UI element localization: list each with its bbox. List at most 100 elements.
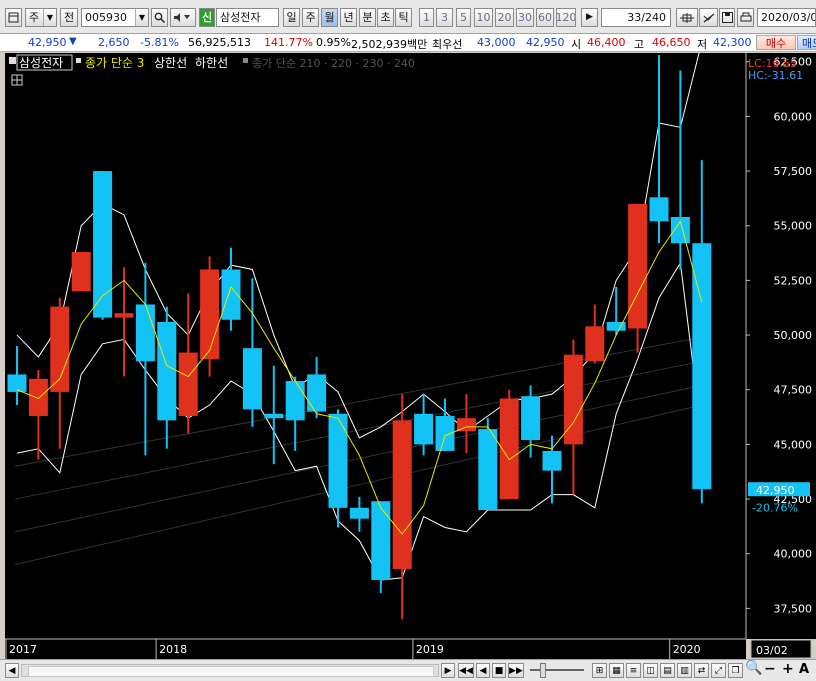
candle-body-1 (28, 378, 48, 416)
candle-body-7 (157, 321, 177, 421)
speaker-dropdown-icon (174, 13, 190, 22)
period-select[interactable]: 주 ▼ (25, 8, 57, 27)
search-icon[interactable] (151, 8, 168, 27)
volume-ratio-value: 141.77% (264, 36, 313, 49)
interval-button-5[interactable]: 5 (456, 8, 471, 27)
count-display[interactable]: 33/240 (601, 8, 671, 27)
all-button-label: 전 (63, 11, 75, 24)
tool-grid-icon[interactable]: ⊞ (592, 663, 607, 678)
stock-code-field[interactable]: 005930 ▼ (81, 8, 149, 27)
font-size-icon[interactable]: A (799, 662, 809, 677)
save-icon[interactable] (719, 8, 735, 27)
candle-body-32 (692, 243, 712, 490)
chart-area[interactable]: 37,500 40,000 42,500 45,000 47,500 50,000 52,5… (0, 41, 816, 659)
y-tick-label-8: 57,500 (774, 165, 813, 178)
arrow-left-icon: ◀ (8, 665, 16, 676)
high-value: 46,650 (652, 36, 691, 49)
speaker-icon[interactable] (170, 8, 196, 27)
period-tab-3[interactable]: 년 (340, 8, 357, 27)
tool-window-icon[interactable]: ❐ (728, 663, 743, 678)
print-icon[interactable] (737, 8, 754, 27)
forward-button[interactable]: ▶▶ (508, 663, 524, 678)
period-tab-5[interactable]: 초 (377, 8, 394, 27)
printer-icon (740, 12, 751, 22)
candle-body-22 (478, 429, 498, 510)
candle-body-17 (371, 501, 391, 580)
tool-split-icon[interactable]: ▤ (660, 663, 675, 678)
legend-bullet-icon-2 (243, 58, 248, 63)
interval-button-30[interactable]: 30 (516, 8, 534, 27)
tool-list-icon[interactable]: ≡ (626, 663, 641, 678)
x-tick-label-3: 2020 (673, 643, 701, 656)
tool-chart-icon[interactable]: ▦ (609, 663, 624, 678)
candle-body-3 (71, 251, 91, 292)
volume-value: 56,925,513 (188, 36, 251, 49)
window-icon (8, 12, 19, 23)
crosshair-icon[interactable] (676, 8, 698, 27)
stop-button[interactable]: ■ (492, 663, 506, 678)
arrow-right-icon: ▶ (444, 665, 452, 676)
period-tab-6[interactable]: 틱 (395, 8, 412, 27)
interval-button-20[interactable]: 20 (495, 8, 514, 27)
candle-body-8 (178, 352, 198, 416)
chart-toolbar: 주 ▼ 전 005930 ▼ 신 삼성전자 일주월년분초틱 1 3 5 10 20 30 6… (0, 0, 816, 34)
scroll-arrow-button[interactable]: ▶ (581, 8, 598, 27)
change-value: 2,650 (98, 36, 130, 49)
buy-button-label: 매수 (765, 36, 787, 50)
period-tab-1[interactable]: 주 (302, 8, 319, 27)
period-tab-2[interactable]: 월 (321, 8, 338, 27)
x-tick-label-1: 2018 (159, 643, 187, 656)
interval-button-3[interactable]: 3 (436, 8, 453, 27)
period-tab-0[interactable]: 일 (283, 8, 300, 27)
tool-compare-icon[interactable]: ◫ (643, 663, 658, 678)
plus-icon[interactable]: + (782, 661, 794, 677)
price-value: 42,950 (28, 36, 67, 49)
prev-button[interactable]: ◀ (476, 663, 490, 678)
low-value: 42,300 (713, 36, 752, 49)
legend-upper: 상한선 (154, 56, 187, 70)
y-tick-label-5: 50,000 (774, 329, 813, 342)
date-box-label: 03/02 (756, 644, 788, 657)
chart-settings-icon[interactable] (5, 8, 22, 27)
rewind-button[interactable]: ◀◀ (458, 663, 474, 678)
candle-body-29 (628, 203, 648, 329)
candle-body-13 (285, 380, 305, 421)
interval-button-10[interactable]: 10 (474, 8, 493, 27)
date-field[interactable]: 2020/03/02 (757, 8, 816, 27)
pencil-icon[interactable] (699, 8, 718, 27)
speed-slider-thumb[interactable] (540, 663, 546, 678)
interval-button-1[interactable]: 1 (419, 8, 434, 27)
legend-square-icon (9, 57, 16, 64)
tool-arrows-icon[interactable]: ⇄ (694, 663, 709, 678)
stock-name-field[interactable]: 삼성전자 (216, 8, 279, 27)
candle-body-28 (606, 321, 626, 331)
period-select-value: 주 (29, 11, 40, 24)
interval-button-60[interactable]: 60 (536, 8, 554, 27)
price-tag-label: 42,950 (756, 484, 795, 497)
forward-icon: ▶▶ (509, 665, 523, 676)
amount-value: 2,502,939백만 (351, 38, 428, 51)
speed-slider-track[interactable] (530, 669, 584, 671)
crosshair-glyph (680, 12, 694, 23)
minus-icon[interactable]: − (764, 661, 776, 677)
all-button[interactable]: 전 (60, 8, 78, 27)
pct-tag-label: -20.76% (752, 502, 798, 515)
scrollbar-thumb[interactable] (28, 666, 434, 677)
low-label: 저 (697, 38, 708, 51)
interval-button-120[interactable]: 120 (556, 8, 576, 27)
scroll-right-button[interactable]: ▶ (441, 663, 455, 678)
legend-ma: 종가 단순 3 (85, 56, 144, 70)
hc-label: HC:-31.61 (748, 69, 803, 82)
scroll-left-button[interactable]: ◀ (5, 663, 19, 678)
candle-body-18 (392, 420, 412, 570)
sell-button[interactable]: 매도 (797, 35, 816, 50)
buy-button[interactable]: 매수 (756, 35, 796, 50)
chevron-down-icon: ▼ (135, 9, 148, 26)
zoom-out-icon[interactable]: 🔍 (745, 660, 762, 676)
period-tab-4[interactable]: 분 (359, 8, 376, 27)
horizontal-scrollbar[interactable] (21, 664, 439, 677)
turnover-value: 0.95% (316, 36, 351, 49)
tool-fit-icon[interactable]: ⤢ (711, 663, 726, 678)
candlestick-chart[interactable]: 37,50040,00042,50045,00047,50050,00052,5… (0, 41, 816, 659)
tool-layout-icon[interactable]: ▥ (677, 663, 692, 678)
